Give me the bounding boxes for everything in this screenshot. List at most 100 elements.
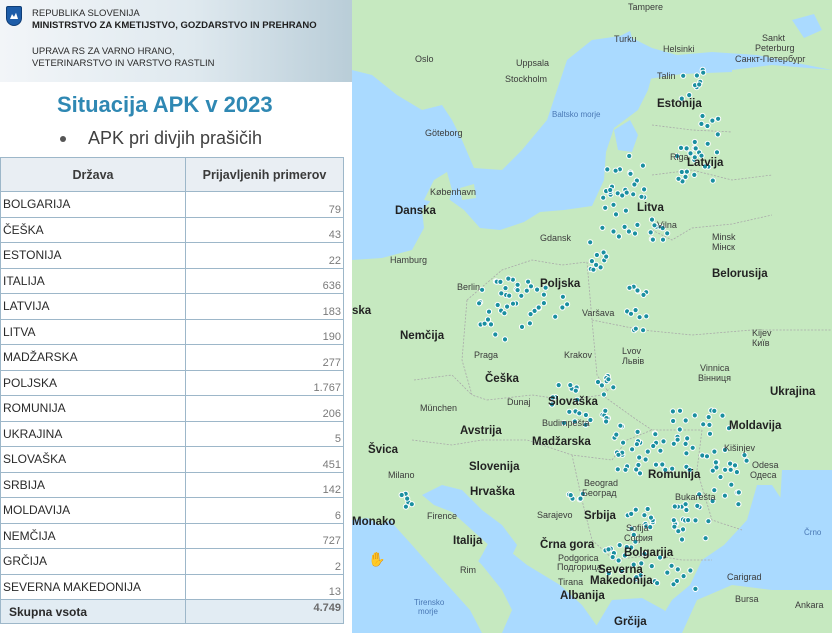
outbreak-marker[interactable] [644,505,651,513]
outbreak-marker[interactable] [559,293,566,300]
outbreak-marker[interactable] [700,421,707,428]
outbreak-marker[interactable] [693,72,700,79]
outbreak-marker[interactable] [684,435,691,442]
outbreak-marker[interactable] [526,320,533,327]
outbreak-marker[interactable] [692,145,699,152]
outbreak-marker[interactable] [632,506,639,513]
outbreak-marker[interactable] [700,69,707,76]
outbreak-marker[interactable] [610,201,617,208]
outbreak-marker[interactable] [647,514,655,521]
outbreak-marker[interactable] [735,501,742,508]
outbreak-marker[interactable] [691,138,698,146]
outbreak-marker[interactable] [501,336,509,343]
outbreak-marker[interactable] [603,253,610,260]
outbreak-marker[interactable] [609,554,616,561]
outbreak-marker[interactable] [487,321,495,328]
outbreak-marker[interactable] [668,562,675,569]
outbreak-marker[interactable] [518,292,525,299]
outbreak-marker[interactable] [632,325,639,332]
outbreak-marker[interactable] [694,502,701,509]
outbreak-marker[interactable] [564,301,571,308]
outbreak-marker[interactable] [714,131,721,138]
outbreak-marker[interactable] [599,224,606,231]
outbreak-marker[interactable] [479,286,486,293]
outbreak-marker[interactable] [509,300,517,307]
outbreak-marker[interactable] [633,441,640,448]
outbreak-marker[interactable] [660,438,667,445]
outbreak-marker[interactable] [639,162,646,169]
outbreak-marker[interactable] [598,382,605,389]
outbreak-marker[interactable] [721,492,728,499]
outbreak-marker[interactable] [717,473,724,481]
outbreak-marker[interactable] [501,310,508,317]
outbreak-marker[interactable] [713,149,721,156]
outbreak-marker[interactable] [636,454,643,461]
outbreak-marker[interactable] [634,221,641,228]
outbreak-marker[interactable] [664,230,671,237]
outbreak-marker[interactable] [559,304,566,311]
outbreak-marker[interactable] [518,323,526,330]
outbreak-marker[interactable] [494,301,501,309]
outbreak-marker[interactable] [398,491,405,499]
outbreak-marker[interactable] [691,171,698,178]
outbreak-marker[interactable] [648,563,655,570]
outbreak-marker[interactable] [682,417,689,424]
outbreak-marker[interactable] [607,186,614,194]
outbreak-marker[interactable] [709,467,716,474]
outbreak-marker[interactable] [616,542,623,549]
outbreak-marker[interactable] [727,466,734,473]
outbreak-marker[interactable] [650,442,657,450]
outbreak-marker[interactable] [625,228,632,235]
outbreak-marker[interactable] [657,447,664,454]
outbreak-marker[interactable] [636,314,643,321]
outbreak-marker[interactable] [615,557,622,564]
outbreak-marker[interactable] [504,303,511,310]
outbreak-marker[interactable] [619,192,626,199]
outbreak-marker[interactable] [628,510,635,518]
outbreak-marker[interactable] [552,313,559,320]
outbreak-marker[interactable] [576,410,583,417]
outbreak-marker[interactable] [743,457,750,464]
outbreak-marker[interactable] [703,453,711,460]
outbreak-marker[interactable] [687,150,694,157]
outbreak-marker[interactable] [712,459,719,466]
outbreak-marker[interactable] [540,291,547,298]
outbreak-marker[interactable] [670,440,677,447]
outbreak-marker[interactable] [683,450,690,457]
outbreak-marker[interactable] [590,266,597,273]
outbreak-marker[interactable] [634,287,641,294]
outbreak-marker[interactable] [647,229,654,236]
outbreak-marker[interactable] [641,512,648,519]
outbreak-marker[interactable] [485,308,493,315]
outbreak-marker[interactable] [687,567,694,574]
outbreak-marker[interactable] [605,376,612,383]
outbreak-marker[interactable] [709,117,716,124]
outbreak-marker[interactable] [502,285,509,292]
outbreak-marker[interactable] [670,517,677,524]
outbreak-marker[interactable] [680,573,687,580]
outbreak-marker[interactable] [540,300,547,307]
outbreak-marker[interactable] [600,391,607,398]
outbreak-marker[interactable] [682,173,689,180]
outbreak-marker[interactable] [514,287,521,294]
outbreak-marker[interactable] [683,145,690,152]
outbreak-marker[interactable] [615,233,622,240]
outbreak-marker[interactable] [613,431,620,438]
outbreak-marker[interactable] [728,481,735,488]
outbreak-marker[interactable] [705,414,712,421]
outbreak-marker[interactable] [638,193,645,200]
outbreak-marker[interactable] [711,407,718,414]
outbreak-marker[interactable] [640,291,647,298]
outbreak-marker[interactable] [481,320,488,327]
outbreak-marker[interactable] [492,331,499,338]
outbreak-marker[interactable] [686,92,693,99]
outbreak-marker[interactable] [733,469,740,476]
outbreak-marker[interactable] [664,569,671,576]
outbreak-marker[interactable] [671,503,678,510]
outbreak-marker[interactable] [671,523,678,530]
outbreak-marker[interactable] [654,580,661,587]
outbreak-marker[interactable] [610,228,617,235]
outbreak-marker[interactable] [682,501,689,508]
outbreak-marker[interactable] [674,566,681,573]
outbreak-marker[interactable] [676,407,684,414]
